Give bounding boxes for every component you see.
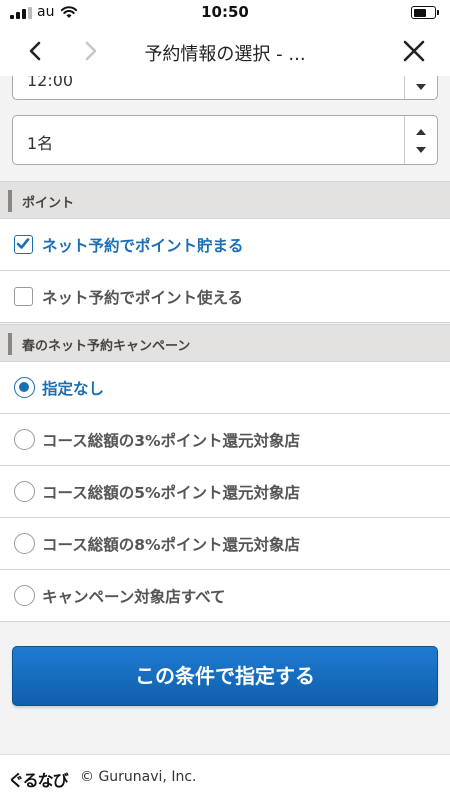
people-select[interactable]: 1名 — [12, 115, 438, 165]
radio-icon[interactable] — [14, 585, 35, 606]
page-title: 予約情報の選択 - ... — [144, 44, 306, 65]
time-select[interactable]: 12:00 — [12, 76, 438, 100]
stepper-arrows-icon — [416, 129, 426, 153]
status-time: 10:50 — [201, 3, 249, 21]
footer: ぐるなび © Gurunavi, Inc. — [0, 754, 450, 800]
campaign-section-header: 春のネット予約キャンペーン — [0, 324, 450, 362]
option-campaign-8pct[interactable]: コース総額の8%ポイント還元対象店 — [0, 518, 450, 570]
back-icon[interactable] — [20, 35, 52, 67]
option-campaign-none-label: 指定なし — [42, 380, 105, 398]
nav-bar: 予約情報の選択 - ... — [0, 26, 450, 76]
copyright-text: © Gurunavi, Inc. — [80, 769, 197, 785]
option-campaign-all[interactable]: キャンペーン対象店すべて — [0, 570, 450, 622]
option-use-points[interactable]: ネット予約でポイント使える — [0, 271, 450, 323]
checkbox-icon[interactable] — [14, 287, 33, 306]
option-campaign-5pct-label: コース総額の5%ポイント還元対象店 — [42, 484, 301, 502]
option-campaign-5pct[interactable]: コース総額の5%ポイント還元対象店 — [0, 466, 450, 518]
option-earn-points-label: ネット予約でポイント貯まる — [42, 237, 244, 255]
points-section-header: ポイント — [0, 181, 450, 219]
option-earn-points[interactable]: ネット予約でポイント貯まる — [0, 219, 450, 271]
checkbox-icon[interactable] — [14, 235, 33, 254]
forward-icon[interactable] — [74, 35, 106, 67]
radio-icon[interactable] — [14, 377, 35, 398]
chevron-down-icon — [416, 84, 426, 90]
close-icon[interactable] — [398, 35, 430, 67]
people-select-value: 1名 — [27, 134, 54, 153]
option-campaign-all-label: キャンペーン対象店すべて — [42, 588, 226, 606]
radio-icon[interactable] — [14, 533, 35, 554]
battery-level — [413, 8, 426, 17]
status-bar: au 10:50 — [0, 0, 450, 26]
option-campaign-3pct-label: コース総額の3%ポイント還元対象店 — [42, 432, 301, 450]
points-section-title: ポイント — [22, 196, 75, 211]
option-use-points-label: ネット予約でポイント使える — [42, 289, 244, 307]
option-campaign-none[interactable]: 指定なし — [0, 362, 450, 414]
reservation-options: 12:00 1名 ポイント ネット予約でポイント貯まる ネット予約でポイント使え… — [0, 76, 450, 754]
time-select-value: 12:00 — [27, 76, 74, 90]
apply-conditions-button[interactable]: この条件で指定する — [12, 646, 438, 706]
campaign-section-title: 春のネット予約キャンペーン — [22, 339, 191, 354]
radio-icon[interactable] — [14, 429, 35, 450]
option-campaign-8pct-label: コース総額の8%ポイント還元対象店 — [42, 536, 301, 554]
radio-icon[interactable] — [14, 481, 35, 502]
option-campaign-3pct[interactable]: コース総額の3%ポイント還元対象店 — [0, 414, 450, 466]
battery-icon — [411, 6, 439, 19]
gurunavi-logo[interactable]: ぐるなび — [8, 767, 69, 791]
